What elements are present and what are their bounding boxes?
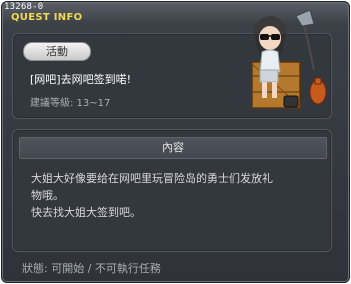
npc-portrait-icon <box>251 10 327 109</box>
quest-title: [网吧]去网吧签到喏! <box>30 73 131 86</box>
recommended-level: 建議等級: 13~17 <box>30 98 111 109</box>
category-badge: 活動 <box>23 42 91 61</box>
window-title: QUEST INFO <box>11 12 83 23</box>
quest-description-line: 快去找大姐大签到吧。 <box>31 206 141 219</box>
quest-info-window: 13268-0 QUEST INFO 活動 [网吧]去网吧签到喏! 建議等級: … <box>1 1 350 283</box>
quest-status: 狀態: 可開始 / 不可執行任務 <box>22 262 161 275</box>
quest-description: 大姐大好像要给在网吧里玩冒险岛的勇士们发放礼 物哦。 快去找大姐大签到吧。 <box>31 170 321 221</box>
quest-id-label: 13268-0 <box>4 2 44 12</box>
quest-description-line: 物哦。 <box>31 189 64 202</box>
quest-description-line: 大姐大好像要给在网吧里玩冒险岛的勇士们发放礼 <box>31 172 273 185</box>
quest-content-panel: 內容 大姐大好像要给在网吧里玩冒险岛的勇士们发放礼 物哦。 快去找大姐大签到吧。 <box>12 129 332 252</box>
content-header: 內容 <box>19 137 327 159</box>
